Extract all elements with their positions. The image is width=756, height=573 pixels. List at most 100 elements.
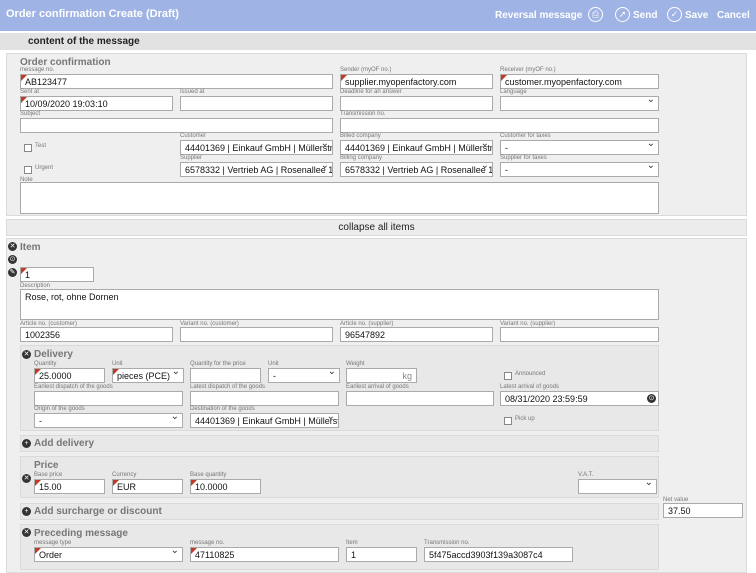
unit2-select[interactable]: - xyxy=(268,368,340,383)
deadline-field[interactable] xyxy=(340,96,493,111)
sent-at-field[interactable]: 10/09/2020 19:03:10 xyxy=(20,96,173,111)
deadline-label: Deadline for an answer xyxy=(340,89,402,95)
remove-item-icon[interactable]: ✕ xyxy=(8,242,17,251)
billed-company-select[interactable]: 44401369 | Einkauf GmbH | Müllerstr. xyxy=(340,140,493,155)
pickup-label: Pick up xyxy=(515,416,535,422)
receiver-label: Receiver (myOF no.) xyxy=(500,67,556,73)
reversal-message-button[interactable]: Reversal message xyxy=(495,10,582,21)
item-heading: Item xyxy=(20,242,41,253)
base-price-label: Base price xyxy=(34,472,63,478)
receiver-field[interactable]: customer.myopenfactory.com xyxy=(500,74,659,89)
earliest-arrival-field[interactable] xyxy=(346,391,494,406)
send-button[interactable]: Send xyxy=(633,10,657,21)
issued-at-field[interactable] xyxy=(180,96,333,111)
preceding-item-field[interactable]: 1 xyxy=(346,547,417,562)
preceding-transmission-label: Transmission no. xyxy=(424,540,470,546)
delivery-heading: Delivery xyxy=(34,349,73,360)
description-textarea[interactable]: Rose, rot, ohne Dornen xyxy=(20,289,659,320)
origin-select[interactable]: - xyxy=(34,413,183,428)
copy-item-icon[interactable]: ⊙ xyxy=(8,255,17,264)
earliest-arrival-label: Earliest arrival of goods xyxy=(346,384,409,390)
billing-company-select[interactable]: 6578332 | Vertrieb AG | Rosenallee 10 xyxy=(340,162,493,177)
destination-select[interactable]: 44401369 | Einkauf GmbH | Müllerstr xyxy=(190,413,339,428)
unit-select[interactable]: pieces (PCE) xyxy=(112,368,184,383)
remove-delivery-icon[interactable]: ✕ xyxy=(22,350,31,359)
quantity-label: Quantity xyxy=(34,361,57,367)
send-icon[interactable]: ➚ xyxy=(615,7,630,22)
collapse-all-items-button[interactable]: collapse all items xyxy=(6,219,747,236)
add-delivery-icon[interactable]: + xyxy=(22,439,31,448)
net-value-field[interactable]: 37.50 xyxy=(663,503,743,518)
quantity-field[interactable]: 25.0000 xyxy=(34,368,105,383)
sender-label: Sender (myOF no.) xyxy=(340,67,392,73)
price-heading: Price xyxy=(34,460,59,471)
top-bar: Order confirmation Create (Draft) Revers… xyxy=(0,0,756,31)
transmission-field[interactable] xyxy=(340,118,659,133)
message-type-select[interactable]: Order xyxy=(34,547,183,562)
weight-label: Weight xyxy=(346,361,365,367)
latest-dispatch-field[interactable] xyxy=(190,391,339,406)
supplier-select[interactable]: 6578332 | Vertrieb AG | Rosenallee 10 xyxy=(180,162,333,177)
preceding-item-label: Item xyxy=(346,540,358,546)
latest-arrival-field[interactable]: 08/31/2020 23:59:59 xyxy=(500,391,659,406)
add-surcharge-icon[interactable]: + xyxy=(22,507,31,516)
message-no-label: message no. xyxy=(20,67,55,73)
announced-label: Announced xyxy=(515,371,546,377)
save-button[interactable]: Save xyxy=(685,10,708,21)
message-no-field[interactable]: AB123477 xyxy=(20,74,333,89)
test-label: Test xyxy=(35,143,47,149)
earliest-dispatch-field[interactable] xyxy=(34,391,183,406)
subject-label: Subject xyxy=(20,111,41,117)
latest-dispatch-label: Latest dispatch of the goods xyxy=(190,384,266,390)
section-header: content of the message xyxy=(0,33,756,50)
sender-field[interactable]: supplier.myopenfactory.com xyxy=(340,74,493,89)
urgent-checkbox[interactable] xyxy=(24,166,32,174)
base-quantity-label: Base quantity xyxy=(190,472,227,478)
check-icon[interactable]: ✓ xyxy=(667,7,682,22)
supplier-label: Supplier xyxy=(180,155,203,161)
announced-checkbox[interactable] xyxy=(504,372,512,380)
note-textarea[interactable] xyxy=(20,182,659,214)
vat-label: V.A.T. xyxy=(578,472,594,478)
customer-taxes-label: Customer for taxes xyxy=(500,133,551,139)
add-surcharge-button[interactable]: Add surcharge or discount xyxy=(34,506,162,517)
quantity-price-label: Quantity for the price xyxy=(190,361,246,367)
article-customer-field[interactable]: 1002356 xyxy=(20,327,173,342)
remove-price-icon[interactable]: ✕ xyxy=(22,474,31,483)
customer-select[interactable]: 44401369 | Einkauf GmbH | Müllerstr. xyxy=(180,140,333,155)
pickup-checkbox[interactable] xyxy=(504,417,512,425)
billed-company-label: Billed company xyxy=(340,133,381,139)
subject-field[interactable] xyxy=(20,118,333,133)
edit-item-icon[interactable]: ✎ xyxy=(8,268,17,277)
preceding-message-no-field[interactable]: 47110825 xyxy=(190,547,339,562)
currency-field[interactable]: EUR xyxy=(112,479,183,494)
print-icon[interactable]: ⎙ xyxy=(588,7,603,22)
base-quantity-field[interactable]: 10.0000 xyxy=(190,479,261,494)
latest-arrival-label: Latest arrival of goods xyxy=(500,384,560,390)
article-supplier-field[interactable]: 96547892 xyxy=(340,327,493,342)
vat-select[interactable] xyxy=(578,479,657,494)
variant-customer-field[interactable] xyxy=(180,327,333,342)
test-checkbox[interactable] xyxy=(24,144,32,152)
destination-label: Destination of the goods xyxy=(190,406,255,412)
add-delivery-button[interactable]: Add delivery xyxy=(34,438,94,449)
section-title: content of the message xyxy=(28,36,140,47)
cancel-button[interactable]: Cancel xyxy=(717,10,750,21)
customer-label: Customer xyxy=(180,133,207,139)
supplier-taxes-select[interactable]: - xyxy=(500,162,659,177)
add-delivery-row[interactable] xyxy=(20,435,659,452)
variant-supplier-field[interactable] xyxy=(500,327,659,342)
origin-label: Origin of the goods xyxy=(34,406,85,412)
weight-field[interactable]: kg xyxy=(346,368,417,383)
unit2-label: Unit xyxy=(268,361,279,367)
sent-at-label: Sent at xyxy=(20,89,40,95)
clear-date-icon[interactable]: ⊙ xyxy=(647,394,656,403)
remove-preceding-icon[interactable]: ✕ xyxy=(22,528,31,537)
preceding-transmission-field[interactable]: 5f475accd3903f139a3087c4 xyxy=(424,547,573,562)
customer-taxes-select[interactable]: - xyxy=(500,140,659,155)
language-select[interactable] xyxy=(500,96,659,111)
currency-label: Currency xyxy=(112,472,137,478)
quantity-price-field[interactable] xyxy=(190,368,261,383)
item-position-field[interactable]: 1 xyxy=(20,267,94,282)
base-price-field[interactable]: 15.00 xyxy=(34,479,105,494)
